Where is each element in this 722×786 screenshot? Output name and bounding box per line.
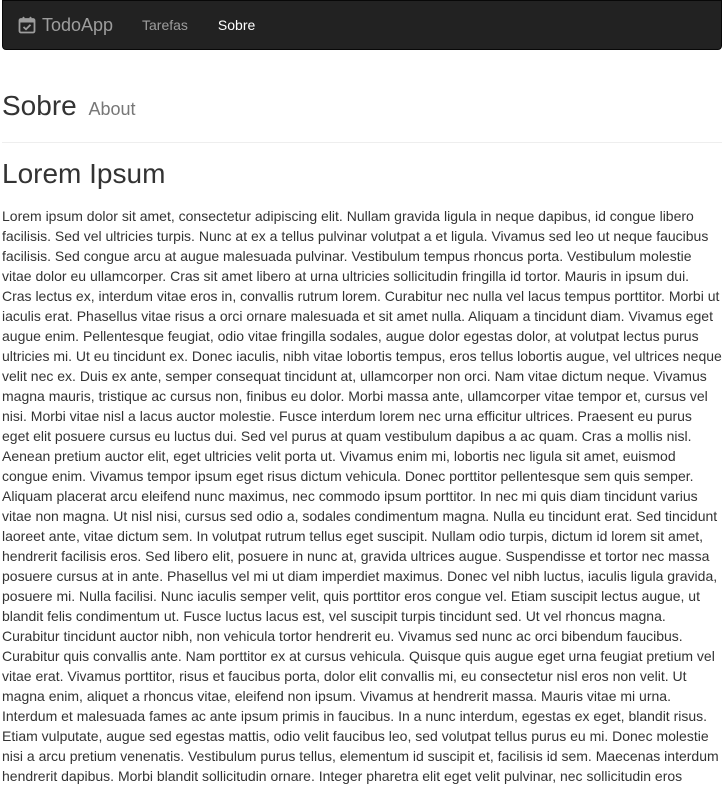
brand-label: TodoApp — [42, 14, 114, 35]
nav-item-tarefas[interactable]: Tarefas — [127, 1, 203, 49]
calendar-check-icon — [18, 16, 36, 34]
brand-link[interactable]: TodoApp — [18, 1, 113, 49]
page-subtitle: About — [88, 99, 136, 119]
page-title-text: Sobre — [2, 90, 77, 121]
body-paragraph: Lorem ipsum dolor sit amet, consectetur … — [2, 208, 722, 784]
section-heading: Lorem Ipsum — [2, 158, 166, 189]
nav-menu: Tarefas Sobre — [127, 1, 270, 49]
top-navbar: TodoApp Tarefas Sobre — [2, 0, 722, 50]
nav-item-sobre[interactable]: Sobre — [203, 1, 270, 49]
page-title: Sobre About — [2, 90, 136, 122]
page-header: Sobre About — [2, 86, 722, 143]
